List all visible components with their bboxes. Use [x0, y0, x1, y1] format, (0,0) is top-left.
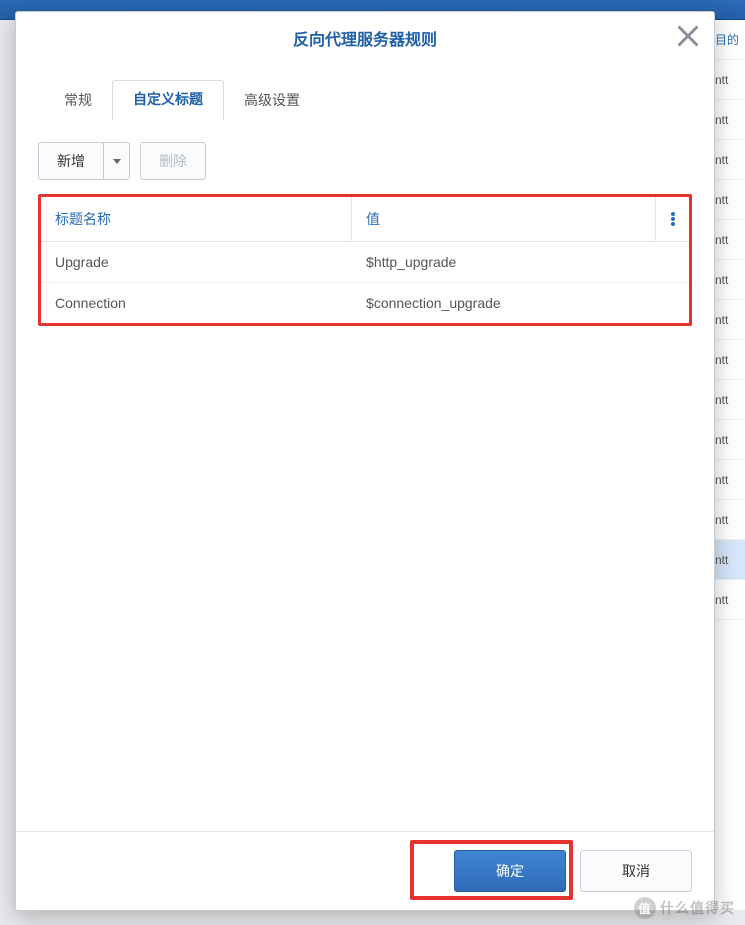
add-button[interactable]: 新增 — [38, 142, 130, 180]
watermark-text: 什么值得买 — [660, 898, 735, 918]
cell-name: Upgrade — [41, 242, 352, 282]
cell-name: Connection — [41, 283, 352, 323]
dialog-footer: 确定 取消 — [16, 831, 714, 910]
toolbar: 新增 删除 — [16, 120, 714, 194]
th-value[interactable]: 值 — [352, 197, 655, 241]
dialog-title: 反向代理服务器规则 — [16, 12, 714, 60]
watermark: 值 什么值得买 — [634, 897, 735, 919]
reverse-proxy-rule-dialog: 反向代理服务器规则 常规 自定义标题 高级设置 新增 删除 标题名称 值 Upg… — [15, 11, 715, 911]
tab-general[interactable]: 常规 — [44, 82, 112, 120]
ok-button[interactable]: 确定 — [454, 850, 566, 892]
tab-custom-headers[interactable]: 自定义标题 — [112, 80, 224, 120]
cell-value: $http_upgrade — [352, 242, 689, 282]
column-menu-icon[interactable] — [655, 197, 689, 241]
chevron-down-icon — [113, 159, 121, 164]
tabs: 常规 自定义标题 高级设置 — [16, 68, 714, 120]
th-name[interactable]: 标题名称 — [41, 197, 352, 241]
tab-advanced[interactable]: 高级设置 — [224, 82, 320, 120]
cell-value: $connection_upgrade — [352, 283, 689, 323]
table-row[interactable]: Connection $connection_upgrade — [41, 283, 689, 323]
bg-header: 目的 — [711, 20, 745, 60]
table-row[interactable]: Upgrade $http_upgrade — [41, 242, 689, 283]
delete-button[interactable]: 删除 — [140, 142, 206, 180]
watermark-logo-icon: 值 — [634, 897, 656, 919]
cancel-button[interactable]: 取消 — [580, 850, 692, 892]
background-table: 目的 ntt ntt ntt ntt ntt ntt ntt ntt ntt n… — [710, 20, 745, 910]
close-icon[interactable] — [678, 26, 698, 46]
delete-button-label: 删除 — [141, 143, 205, 179]
add-dropdown-caret[interactable] — [103, 143, 129, 179]
headers-table: 标题名称 值 Upgrade $http_upgrade Connection … — [38, 194, 692, 326]
table-header-row: 标题名称 值 — [41, 197, 689, 242]
add-button-label: 新增 — [39, 143, 103, 179]
